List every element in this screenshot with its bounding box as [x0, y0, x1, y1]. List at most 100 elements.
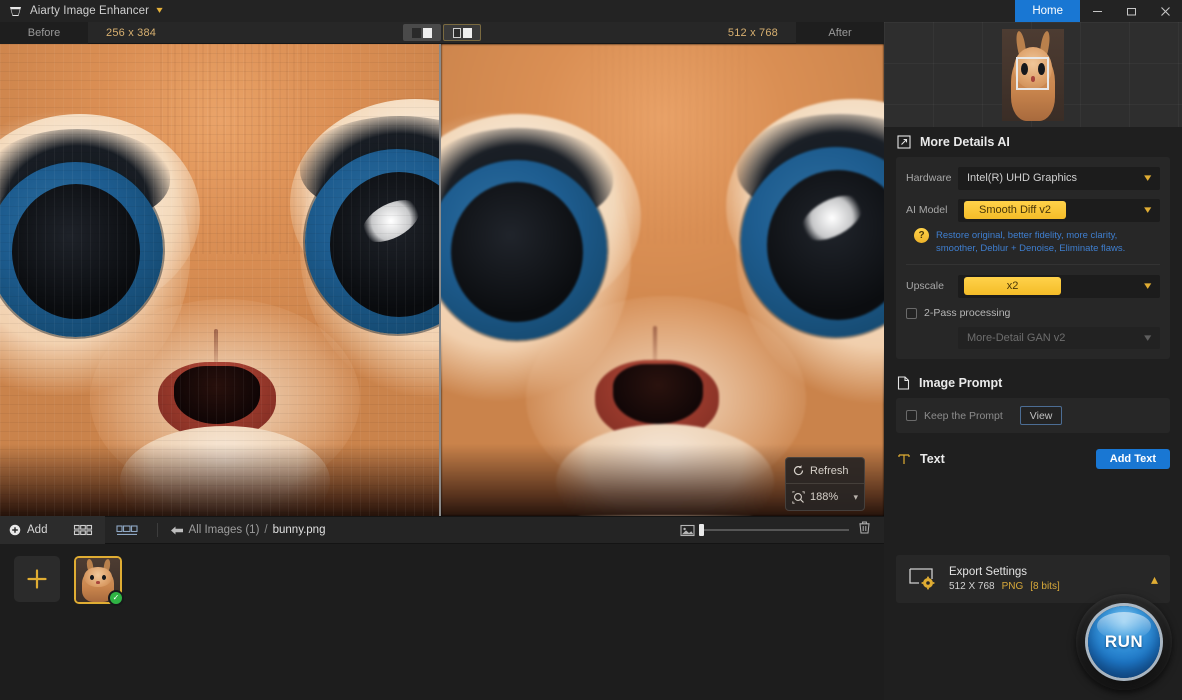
split-view-icon[interactable] [443, 24, 481, 41]
chevron-up-icon[interactable]: ▴ [1151, 571, 1158, 588]
navigator-image [1002, 28, 1064, 121]
chevron-down-icon[interactable]: ▾ [156, 6, 162, 16]
close-icon[interactable] [1148, 0, 1182, 22]
arrow-left-icon[interactable] [166, 525, 188, 536]
breadcrumb-all-images[interactable]: All Images (1) [188, 524, 259, 536]
before-tab[interactable]: Before [0, 21, 88, 44]
question-mark-icon[interactable]: ? [914, 228, 929, 243]
navigator-preview[interactable] [884, 22, 1182, 127]
after-image-pane[interactable] [441, 44, 884, 516]
view-prompt-button[interactable]: View [1019, 406, 1063, 426]
hardware-label: Hardware [906, 172, 952, 184]
app-title: Aiarty Image Enhancer [30, 5, 150, 17]
home-button[interactable]: Home [1015, 0, 1080, 22]
plus-icon [27, 569, 47, 589]
minimize-icon[interactable] [1080, 0, 1114, 22]
divider [906, 264, 1160, 266]
after-dimensions: 512 x 768 [727, 26, 778, 39]
ai-model-row: AI Model Smooth Diff v2 ▾ [906, 198, 1160, 222]
export-title: Export Settings [949, 566, 1027, 578]
two-pass-row: 2-Pass processing [906, 307, 1160, 319]
section-title: More Details AI [920, 135, 1010, 149]
two-pass-checkbox[interactable] [906, 307, 917, 319]
upscale-row: Upscale x2 ▾ [906, 274, 1160, 298]
two-pass-model-select[interactable]: More-Detail GAN v2 ▾ [958, 327, 1160, 350]
refresh-icon [793, 465, 804, 476]
document-icon [897, 376, 910, 390]
section-image-prompt: Image Prompt [884, 368, 1182, 398]
zoom-control[interactable]: 188% ▾ [786, 484, 864, 510]
zoom-level: 188% [810, 491, 839, 503]
before-image-pane[interactable] [0, 44, 439, 516]
add-label: Add [27, 524, 48, 536]
check-icon: ✓ [108, 590, 124, 606]
before-dimensions: 256 x 384 [106, 26, 157, 39]
view-mode-toggle-group [403, 24, 481, 41]
keep-prompt-checkbox[interactable] [906, 410, 917, 422]
ai-model-label: AI Model [906, 204, 948, 216]
section-title: Image Prompt [919, 376, 1003, 391]
section-more-details-ai: More Details AI [884, 127, 1182, 157]
keep-prompt-row: Keep the Prompt View [906, 406, 1160, 426]
run-button-container: RUN [1076, 594, 1172, 690]
trash-icon[interactable] [857, 520, 872, 540]
filmstrip-view-icon[interactable] [105, 516, 149, 544]
two-pass-label: 2-Pass processing [924, 307, 1011, 320]
image-size-icon [680, 524, 695, 536]
after-tab[interactable]: After [796, 21, 884, 44]
zoom-icon [792, 490, 805, 504]
compare-header-bar: Before 256 x 384 512 x 768 After [0, 21, 884, 44]
grid-view-icon[interactable] [61, 516, 106, 544]
canvas-overlay-controls: Refresh 188% ▾ [785, 457, 865, 511]
upscale-value: x2 [964, 277, 1061, 296]
add-images-button[interactable]: Add [0, 516, 62, 544]
add-text-button[interactable]: Add Text [1095, 449, 1170, 470]
hardware-row: Hardware Intel(R) UHD Graphics ▾ [906, 166, 1160, 190]
breadcrumb-current-file: bunny.png [272, 524, 326, 536]
compare-divider-handle[interactable] [439, 44, 441, 516]
ai-model-value: Smooth Diff v2 [964, 201, 1066, 219]
navigator-viewport[interactable] [1016, 56, 1049, 90]
upscale-label: Upscale [906, 280, 944, 293]
chevron-down-icon: ▾ [1144, 279, 1152, 292]
aiarty-logo-icon [7, 3, 23, 19]
text-tool-icon [898, 454, 910, 465]
ai-model-description: Restore original, better fidelity, more … [936, 228, 1125, 255]
right-panel: More Details AI Hardware Intel(R) UHD Gr… [884, 22, 1182, 700]
two-pass-model-value: More-Detail GAN v2 [967, 332, 1066, 345]
keep-prompt-label: Keep the Prompt [924, 409, 1003, 422]
thumbnail-size-slider[interactable] [680, 524, 849, 537]
app-window: Aiarty Image Enhancer ▾ Home Before 256 … [0, 0, 1182, 700]
single-view-icon[interactable] [403, 24, 441, 41]
before-image [0, 44, 439, 516]
window-controls: Home [1015, 0, 1182, 22]
image-compare-canvas[interactable]: Refresh 188% ▾ [0, 44, 884, 516]
chevron-down-icon: ▾ [1144, 203, 1152, 216]
section-title: Text [920, 452, 945, 467]
list-item[interactable]: ✓ [74, 556, 124, 606]
section-text: Text Add Text [884, 442, 1182, 476]
hardware-value: Intel(R) UHD Graphics [967, 172, 1078, 184]
plus-circle-icon [9, 524, 21, 536]
export-dimensions: 512 X 768 [949, 581, 995, 592]
ai-model-select[interactable]: Smooth Diff v2 ▾ [958, 198, 1160, 222]
upscale-select[interactable]: x2 ▾ [958, 274, 1160, 298]
ai-model-description-row: ? Restore original, better fidelity, mor… [906, 228, 1160, 255]
refresh-label: Refresh [810, 464, 849, 477]
slider-track[interactable] [699, 524, 849, 536]
maximize-icon[interactable] [1114, 0, 1148, 22]
add-thumbnail-tile[interactable] [14, 556, 60, 602]
chevron-down-icon: ▾ [1144, 171, 1152, 184]
run-button-label: RUN [1104, 632, 1144, 651]
refresh-button[interactable]: Refresh [786, 458, 864, 484]
run-button[interactable]: RUN [1088, 606, 1160, 678]
chevron-down-icon[interactable]: ▾ [853, 492, 858, 503]
hardware-select[interactable]: Intel(R) UHD Graphics ▾ [958, 166, 1160, 190]
breadcrumb-separator: / [264, 524, 268, 536]
more-details-card: Hardware Intel(R) UHD Graphics ▾ AI Mode… [896, 157, 1170, 360]
export-settings-icon [909, 568, 935, 590]
expand-arrows-icon [897, 135, 911, 149]
filmstrip-toolbar: Add All Images (1) / bunny.png [0, 516, 884, 544]
slider-knob[interactable] [699, 524, 704, 536]
title-bar: Aiarty Image Enhancer ▾ Home [0, 0, 1182, 22]
